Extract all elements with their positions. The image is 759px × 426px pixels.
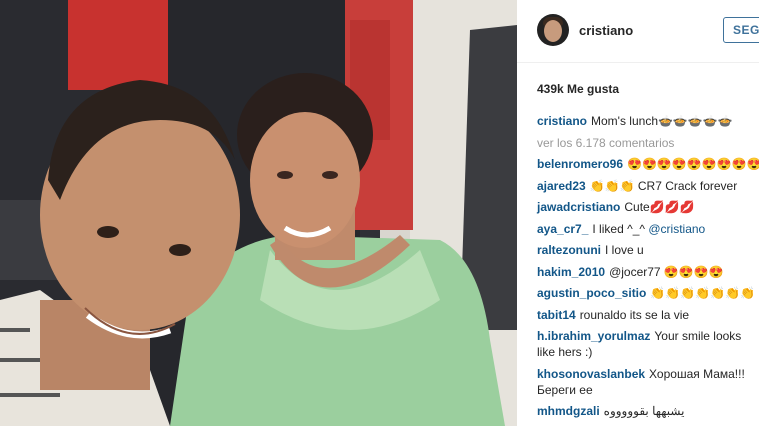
post-photo[interactable]	[0, 0, 517, 426]
selfie-image	[0, 0, 517, 426]
comment-username[interactable]: khosonovaslanbek	[537, 367, 645, 381]
comment-text: 😍😍😍😍😍😍😍😍😍😍😍😍😍😍	[627, 157, 759, 171]
list-item: khosonovaslanbek Хорошая Мама!!! Береги е…	[537, 366, 755, 398]
list-item: aya_cr7_ I liked ^_^ @cristiano	[537, 221, 759, 237]
comment-text: rounaldo its se la vie	[579, 307, 690, 322]
comment-username[interactable]: raltezonuni	[537, 243, 601, 257]
comment-username[interactable]: h.ibrahim_yorulmaz	[537, 329, 650, 343]
caption-username[interactable]: cristiano	[537, 114, 587, 128]
comment-username[interactable]: mhmdgzali	[537, 404, 600, 418]
comment-text: I liked ^_^	[592, 221, 649, 236]
comment-username[interactable]: jawadcristiano	[537, 200, 620, 214]
comment-username[interactable]: belenromero96	[537, 157, 623, 171]
likes-count[interactable]: 439k Me gusta	[537, 82, 619, 96]
list-item: jawadcristiano Cute💋💋💋	[537, 199, 759, 215]
comment-username[interactable]: ajared23	[537, 179, 586, 193]
comment-text: I love u	[605, 243, 644, 257]
comment-username[interactable]: agustin_poco_sitio	[537, 286, 646, 300]
post-sidebar: cristiano SEGU 439k Me gusta cristiano Mo…	[517, 0, 759, 426]
list-item: belenromero96 😍😍😍😍😍😍😍😍😍😍😍😍😍😍	[537, 156, 759, 172]
list-item: h.ibrahim_yorulmaz Your smile looks like …	[537, 328, 755, 360]
comments-list: cristiano Mom's lunch🍲🍲🍲🍲🍲 ver los 6.178 …	[537, 113, 759, 425]
comment-text: Cute💋💋💋	[624, 200, 695, 214]
caption-text: Mom's lunch🍲🍲🍲🍲🍲	[591, 114, 733, 128]
comment-mention[interactable]: @cristiano	[648, 222, 705, 236]
post-username[interactable]: cristiano	[579, 23, 633, 38]
comment-text: 👏👏👏 CR7 Crack forever	[589, 178, 738, 193]
comment-username[interactable]: hakim_2010	[537, 265, 605, 279]
comment-text: @jocer77 😍😍😍😍	[609, 264, 724, 279]
comment-username[interactable]: tabit14	[537, 308, 576, 322]
list-item: hakim_2010 @jocer77 😍😍😍😍	[537, 264, 759, 280]
comment-text: 👏👏👏👏👏👏👏	[650, 286, 755, 300]
post-header: cristiano SEGU	[517, 0, 759, 63]
instagram-post-view: cristiano SEGU 439k Me gusta cristiano Mo…	[0, 0, 759, 426]
list-item: mhmdgzali يشبهها بقوووووه	[537, 403, 759, 419]
list-item: raltezonuni I love u	[537, 242, 759, 258]
avatar-face	[544, 20, 562, 42]
list-item: ajared23 👏👏👏 CR7 Crack forever	[537, 178, 759, 194]
avatar[interactable]	[537, 14, 569, 46]
list-item: agustin_poco_sitio 👏👏👏👏👏👏👏	[537, 285, 759, 301]
comment-username[interactable]: aya_cr7_	[537, 222, 588, 236]
view-all-comments-link[interactable]: ver los 6.178 comentarios	[537, 135, 759, 151]
list-item: tabit14 rounaldo its se la vie	[537, 307, 759, 323]
follow-button[interactable]: SEGU	[723, 17, 759, 43]
caption: cristiano Mom's lunch🍲🍲🍲🍲🍲	[537, 113, 759, 129]
comment-text: يشبهها بقوووووه	[603, 404, 685, 418]
